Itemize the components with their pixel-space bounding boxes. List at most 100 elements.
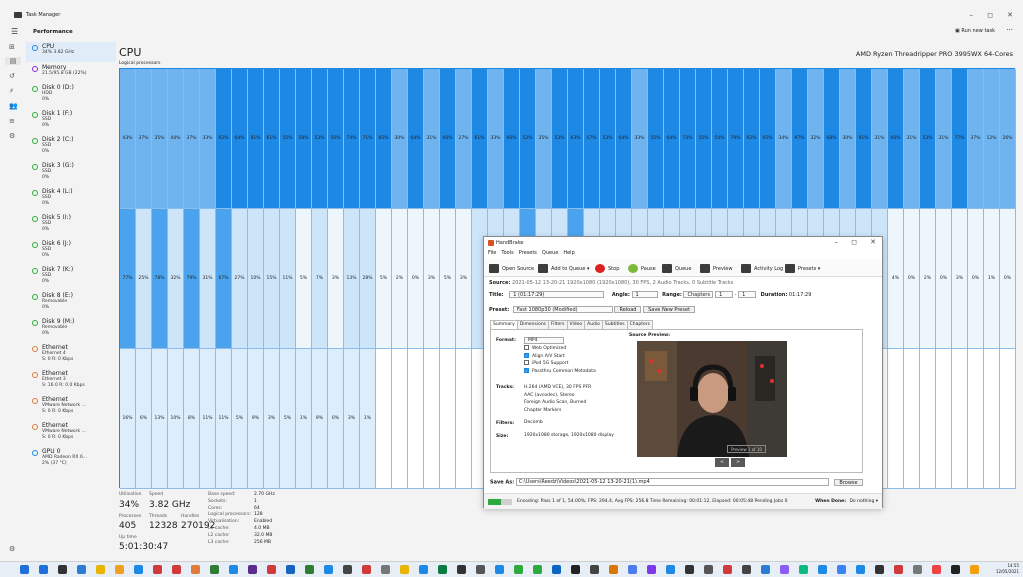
taskbar-app-icon[interactable] (191, 565, 200, 574)
hamburger-menu-icon[interactable]: ☰ (11, 27, 18, 36)
queue-button[interactable]: Queue (662, 264, 691, 273)
taskbar-app-icon[interactable] (609, 565, 618, 574)
sidebar-item[interactable]: Disk 5 (I:) SSD 0% (26, 213, 116, 238)
pause-button[interactable]: Pause (628, 264, 656, 273)
format-option[interactable]: ✓ Passthru Common Metadata (524, 367, 596, 376)
sidebar-item[interactable]: Disk 9 (M:) Removable 0% (26, 317, 116, 342)
sidebar-item[interactable]: Ethernet VMware Network ... S: 0 R: 0 Kbps (26, 421, 116, 446)
menu-item-presets[interactable]: Presets (519, 250, 537, 256)
sidebar-item[interactable]: Disk 7 (K:) SSD 0% (26, 265, 116, 290)
taskbar-app-icon[interactable] (666, 565, 675, 574)
run-new-task-button[interactable]: ▣ Run new task (955, 28, 995, 34)
taskbar-app-icon[interactable] (172, 565, 181, 574)
taskbar-app-icon[interactable] (932, 565, 941, 574)
taskbar-app-icon[interactable] (723, 565, 732, 574)
taskbar-app-icon[interactable] (970, 565, 979, 574)
next-preview-button[interactable]: > (731, 458, 745, 467)
taskbar-app-icon[interactable] (324, 565, 333, 574)
taskbar-app-icon[interactable] (856, 565, 865, 574)
performance-icon[interactable]: ▤ (5, 57, 21, 65)
format-option[interactable]: Web Optimized (524, 345, 596, 353)
tab-dimensions[interactable]: Dimensions (516, 320, 550, 329)
sidebar-item[interactable]: GPU 0 AMD Radeon RX 6... 2% (37 °C) (26, 447, 116, 472)
save-new-preset-button[interactable]: Save New Preset (643, 306, 696, 313)
tab-filters[interactable]: Filters (548, 320, 568, 329)
add-to-queue-button[interactable]: Add to Queue ▾ (538, 264, 589, 273)
close-icon[interactable]: ✕ (1007, 11, 1013, 19)
taskbar-app-icon[interactable] (495, 565, 504, 574)
taskbar-app-icon[interactable] (96, 565, 105, 574)
taskbar-app-icon[interactable] (590, 565, 599, 574)
users-icon[interactable]: 👥 (9, 102, 18, 110)
format-select[interactable]: MP4 (524, 337, 564, 344)
processes-icon[interactable]: ⊞ (9, 43, 15, 51)
taskbar-app-icon[interactable] (286, 565, 295, 574)
checkbox[interactable]: ✓ (524, 367, 529, 373)
taskbar-app-icon[interactable] (913, 565, 922, 574)
taskbar-app-icon[interactable] (951, 565, 960, 574)
sidebar-item[interactable]: Disk 3 (G:) SSD 0% (26, 161, 116, 186)
services-icon[interactable]: ⚙ (9, 132, 15, 140)
menu-item-tools[interactable]: Tools (501, 250, 513, 256)
range-from-select[interactable]: 1 (715, 291, 734, 298)
activity-log-button[interactable]: Activity Log (741, 264, 783, 273)
sidebar-item[interactable]: Disk 1 (F:) SSD 0% (26, 109, 116, 134)
sidebar-item[interactable]: Ethernet Ethernet 4 S: 0 R: 0 Kbps (26, 343, 116, 368)
minimize-icon[interactable]: – (970, 11, 974, 19)
taskbar-app-icon[interactable] (742, 565, 751, 574)
sidebar-item[interactable]: Ethernet VMware Network ... S: 0 R: 0 Kbps (26, 395, 116, 420)
taskbar-app-icon[interactable] (39, 565, 48, 574)
taskbar-app-icon[interactable] (571, 565, 580, 574)
taskbar-app-icon[interactable] (514, 565, 523, 574)
taskbar-app-icon[interactable] (457, 565, 466, 574)
maximize-icon[interactable]: ◻ (987, 11, 993, 19)
hb-close-icon[interactable]: ✕ (870, 238, 876, 246)
sidebar-item[interactable]: Disk 2 (C:) SSD 0% (26, 135, 116, 160)
taskbar-app-icon[interactable] (799, 565, 808, 574)
more-options-button[interactable]: ··· (1006, 26, 1013, 34)
sidebar-item[interactable]: CPU 34% 3.82 GHz (26, 42, 116, 62)
checkbox[interactable] (524, 360, 529, 365)
taskbar-app-icon[interactable] (115, 565, 124, 574)
system-clock[interactable]: 14:55 12/05/2021 (996, 563, 1019, 575)
taskbar-app-icon[interactable] (818, 565, 827, 574)
taskbar-app-icon[interactable] (362, 565, 371, 574)
sidebar-item[interactable]: Disk 4 (L:) SSD 0% (26, 187, 116, 212)
taskbar-app-icon[interactable] (210, 565, 219, 574)
tab-summary[interactable]: Summary (490, 320, 518, 329)
taskbar-app-icon[interactable] (419, 565, 428, 574)
sidebar-item[interactable]: Disk 8 (E:) Removable 0% (26, 291, 116, 316)
hb-minimize-icon[interactable]: – (835, 238, 839, 246)
when-done-select[interactable]: Do nothing ▾ (849, 499, 878, 504)
range-to-select[interactable]: 1 (738, 291, 757, 298)
taskbar-app-icon[interactable] (761, 565, 770, 574)
taskbar-app-icon[interactable] (58, 565, 67, 574)
tab-audio[interactable]: Audio (584, 320, 603, 329)
taskbar-app-icon[interactable] (20, 565, 29, 574)
settings-icon[interactable]: ⚙ (9, 545, 15, 553)
taskbar-app-icon[interactable] (894, 565, 903, 574)
save-path-field[interactable]: C:\Users\Reedz\Videos\2021-05-12 13-20-2… (515, 478, 829, 486)
presets-button[interactable]: Presets ▾ (785, 264, 820, 273)
taskbar-app-icon[interactable] (647, 565, 656, 574)
taskbar-app-icon[interactable] (704, 565, 713, 574)
menu-item-queue[interactable]: Queue (542, 250, 558, 256)
range-type-select[interactable]: Chapters (683, 291, 714, 298)
reload-button[interactable]: Reload (614, 306, 642, 313)
taskbar-app-icon[interactable] (77, 565, 86, 574)
taskbar-app-icon[interactable] (438, 565, 447, 574)
taskbar-app-icon[interactable] (685, 565, 694, 574)
browse-button[interactable]: Browse (834, 478, 863, 486)
format-option[interactable]: ✓ Align A/V Start (524, 352, 596, 361)
taskbar-app-icon[interactable] (628, 565, 637, 574)
tab-chapters[interactable]: Chapters (626, 320, 653, 329)
tab-video[interactable]: Video (566, 320, 586, 329)
hb-maximize-icon[interactable]: ◻ (851, 238, 857, 246)
sidebar-item[interactable]: Disk 0 (D:) HDD 0% (26, 83, 116, 108)
taskbar-app-icon[interactable] (134, 565, 143, 574)
sidebar-item[interactable]: Disk 6 (J:) SSD 0% (26, 239, 116, 264)
taskbar-app-icon[interactable] (400, 565, 409, 574)
taskbar-app-icon[interactable] (533, 565, 542, 574)
startup-apps-icon[interactable]: ⚡ (9, 87, 14, 95)
taskbar-app-icon[interactable] (305, 565, 314, 574)
